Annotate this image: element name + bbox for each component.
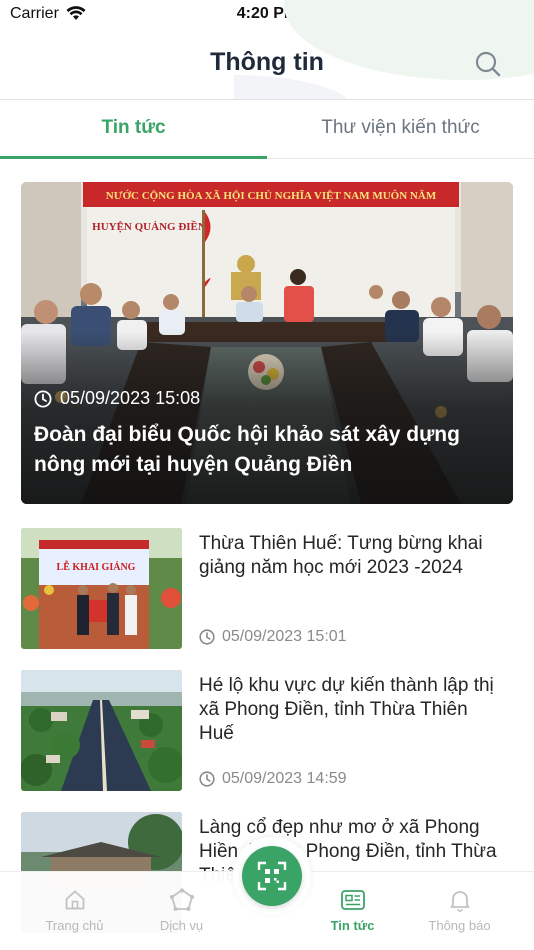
tab-bar: Tin tức Thư viện kiến thức [0,99,534,159]
status-bar: Carrier 4:20 PM [0,0,534,30]
tab-knowledge-library[interactable]: Thư viện kiến thức [267,100,534,158]
article-date: 05/09/2023 14:59 [199,770,347,788]
article-date-text: 05/09/2023 14:59 [222,770,347,787]
article-thumbnail [21,670,182,791]
article-thumbnail: LỄ KHAI GIẢNG [21,528,182,649]
article-title: Thừa Thiên Huế: Tưng bừng khai giảng năm… [199,533,483,578]
search-button[interactable] [472,48,504,80]
clock-icon [34,390,52,407]
nav-home-label: Trang chủ [45,918,104,933]
active-tab-indicator [0,156,267,159]
status-time: 4:20 PM [236,5,298,22]
nav-news[interactable]: Tin tức [299,872,406,950]
article-date-text: 05/09/2023 15:01 [222,628,347,645]
home-icon [21,888,128,912]
nav-notifications[interactable]: Thông báo [406,872,513,950]
page-title: Thông tin [210,48,324,76]
app-header: Thông tin [0,30,534,100]
news-list-item[interactable]: LỄ KHAI GIẢNG Thừa Thiên Huế: Tưng bừng … [21,528,513,650]
nav-notifications-label: Thông báo [428,918,491,933]
sign-text: HUYỆN QUẢNG ĐIỀN [92,220,206,233]
nav-services-label: Dịch vụ [159,918,204,933]
news-icon [299,888,406,912]
thumb-text: LỄ KHAI GIẢNG [57,560,136,573]
featured-article[interactable]: NƯỚC CỘNG HÒA XÃ HỘI CHỦ NGHĨA VIỆT NAM … [21,182,513,504]
battery-icon [494,6,524,26]
banner-text: NƯỚC CỘNG HÒA XÃ HỘI CHỦ NGHĨA VIỆT NAM … [106,189,437,202]
qr-scan-icon [257,861,287,891]
tab-news[interactable]: Tin tức [0,100,267,158]
nav-home[interactable]: Trang chủ [21,872,128,950]
search-icon [475,51,501,77]
article-date: 05/09/2023 15:01 [199,628,347,646]
featured-date: 05/09/2023 15:08 [34,388,200,409]
nav-news-label: Tin tức [330,918,375,933]
bell-icon [406,888,513,912]
clock-icon [199,629,215,645]
services-icon [128,888,235,912]
article-title: Hé lộ khu vực dự kiến thành lập thị xã P… [199,675,494,744]
news-list-item[interactable]: Hé lộ khu vực dự kiến thành lập thị xã P… [21,670,513,792]
qr-scan-button[interactable] [242,846,302,906]
featured-date-text: 05/09/2023 15:08 [60,388,201,408]
nav-services[interactable]: Dịch vụ [128,872,235,950]
clock-icon [199,771,215,787]
featured-title: Đoàn đại biểu Quốc hội khảo sát xây dựng… [34,423,460,476]
